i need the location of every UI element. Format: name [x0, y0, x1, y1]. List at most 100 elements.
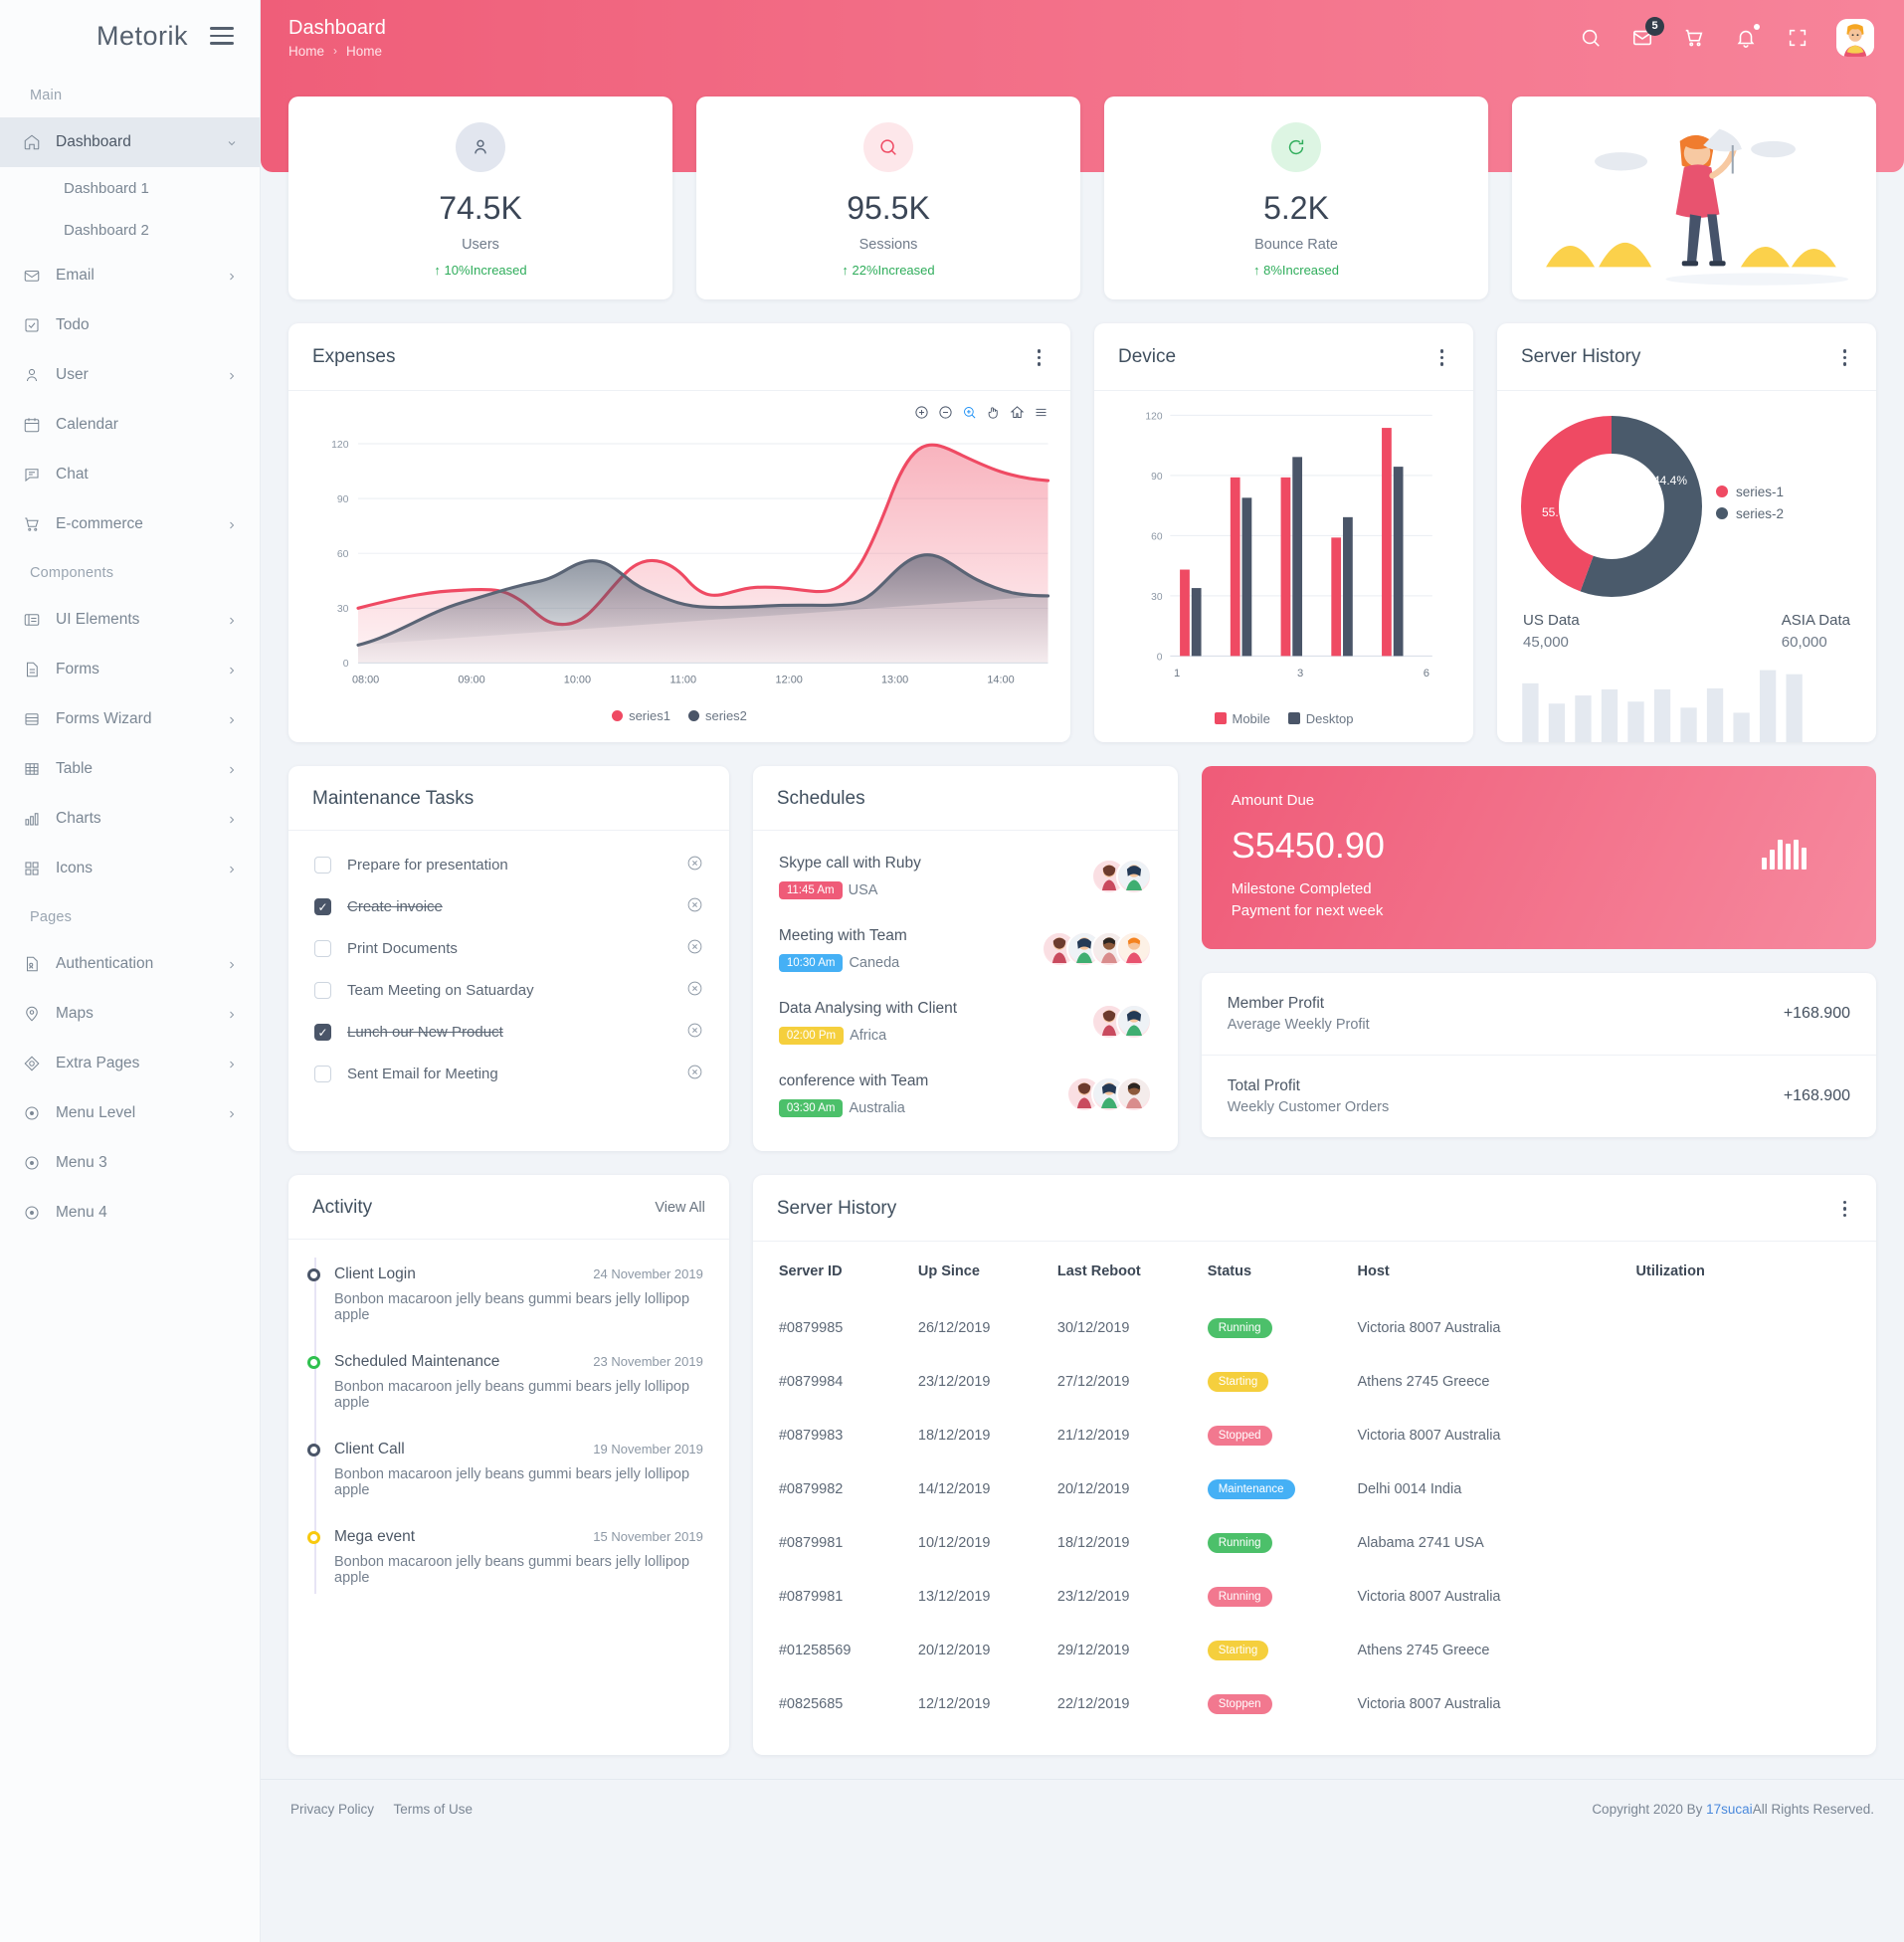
- task-checkbox[interactable]: [314, 1024, 331, 1041]
- sidebar-item-dashboard-2[interactable]: Dashboard 2: [0, 209, 260, 251]
- kebab-menu-icon[interactable]: [1434, 345, 1450, 370]
- copyright-brand[interactable]: 17sucai: [1706, 1802, 1753, 1817]
- mail-badge: 5: [1645, 16, 1664, 36]
- search-icon: [863, 122, 913, 172]
- legend-item-mobile[interactable]: Mobile: [1214, 711, 1270, 726]
- breadcrumb-item-home[interactable]: Home: [288, 44, 324, 59]
- delete-task-icon[interactable]: [686, 1064, 703, 1085]
- task-checkbox[interactable]: [314, 940, 331, 957]
- cell-utilization: [1636, 1570, 1850, 1624]
- activity-card-header: Activity View All: [288, 1175, 729, 1240]
- copyright-post: All Rights Reserved.: [1752, 1802, 1874, 1817]
- sidebar-item-menu-4[interactable]: Menu 4: [0, 1188, 260, 1238]
- sidebar-item-table[interactable]: Table: [0, 744, 260, 794]
- sidebar-item-user[interactable]: User: [0, 350, 260, 400]
- view-all-link[interactable]: View All: [655, 1200, 705, 1216]
- sidebar-toggle-button[interactable]: [210, 27, 234, 45]
- svg-text:1: 1: [1174, 667, 1180, 679]
- task-item[interactable]: Print Documents: [288, 928, 729, 970]
- sidebar-item-authentication[interactable]: Authentication: [0, 939, 260, 989]
- sidebar-item-maps[interactable]: Maps: [0, 989, 260, 1039]
- table-row[interactable]: #0879982 14/12/2019 20/12/2019 Maintenan…: [779, 1462, 1850, 1516]
- sidebar-item-icons[interactable]: Icons: [0, 844, 260, 893]
- charts-row: Expenses 120 90 60 30 0 08:00 09:00 10:0…: [288, 323, 1876, 742]
- task-checkbox[interactable]: [314, 857, 331, 874]
- kebab-menu-icon[interactable]: [1837, 1197, 1853, 1222]
- sidebar-item-email[interactable]: Email: [0, 251, 260, 300]
- schedule-item[interactable]: Skype call with Ruby 11:45 Am USA: [753, 841, 1178, 913]
- kebab-menu-icon[interactable]: [1837, 345, 1853, 370]
- legend-item-series-2[interactable]: series-2: [1716, 506, 1784, 521]
- task-item[interactable]: Team Meeting on Satuarday: [288, 970, 729, 1012]
- tasks-list: Prepare for presentation Create invoice …: [288, 831, 729, 1115]
- task-checkbox[interactable]: [314, 898, 331, 915]
- task-item[interactable]: Create invoice: [288, 886, 729, 928]
- table-row[interactable]: #0879981 13/12/2019 23/12/2019 Running V…: [779, 1570, 1850, 1624]
- zoom-out-icon[interactable]: [938, 405, 953, 425]
- legend-item-desktop[interactable]: Desktop: [1287, 711, 1354, 726]
- terms-of-use-link[interactable]: Terms of Use: [394, 1802, 474, 1817]
- bell-icon[interactable]: [1733, 23, 1760, 51]
- delete-task-icon[interactable]: [686, 855, 703, 876]
- sidebar-item-calendar[interactable]: Calendar: [0, 400, 260, 450]
- fullscreen-icon[interactable]: [1785, 25, 1810, 51]
- table-row[interactable]: #0879984 23/12/2019 27/12/2019 Starting …: [779, 1355, 1850, 1409]
- task-checkbox[interactable]: [314, 982, 331, 999]
- delete-task-icon[interactable]: [686, 980, 703, 1002]
- delete-task-icon[interactable]: [686, 938, 703, 960]
- table-row[interactable]: #0879981 10/12/2019 18/12/2019 Running A…: [779, 1516, 1850, 1570]
- kebab-menu-icon[interactable]: [1032, 345, 1047, 370]
- activity-title: Client Call: [334, 1440, 405, 1457]
- sidebar-item-ecommerce[interactable]: E-commerce: [0, 499, 260, 549]
- schedule-item[interactable]: conference with Team 03:30 Am Australia: [753, 1059, 1178, 1131]
- zoom-in-icon[interactable]: [914, 405, 929, 425]
- sidebar-item-extra-pages[interactable]: Extra Pages: [0, 1039, 260, 1088]
- sidebar-item-charts[interactable]: Charts: [0, 794, 260, 844]
- table-row[interactable]: #0825685 12/12/2019 22/12/2019 Stoppen V…: [779, 1677, 1850, 1731]
- legend-item-series1[interactable]: series1: [612, 708, 670, 723]
- schedule-item[interactable]: Meeting with Team 10:30 Am Caneda: [753, 913, 1178, 986]
- table-row[interactable]: #0879983 18/12/2019 21/12/2019 Stopped V…: [779, 1409, 1850, 1462]
- avatar[interactable]: [1836, 18, 1874, 57]
- sidebar-item-menu-3[interactable]: Menu 3: [0, 1138, 260, 1188]
- privacy-policy-link[interactable]: Privacy Policy: [290, 1802, 374, 1817]
- cell-host: Victoria 8007 Australia: [1357, 1320, 1501, 1336]
- delete-task-icon[interactable]: [686, 1022, 703, 1044]
- sidebar-item-ui-elements[interactable]: UI Elements: [0, 595, 260, 645]
- pan-icon[interactable]: [986, 405, 1001, 425]
- sidebar: Metorik Main Dashboard Dashboard 1 Dashb…: [0, 0, 261, 1942]
- schedule-item[interactable]: Data Analysing with Client 02:00 Pm Afri…: [753, 986, 1178, 1059]
- delete-task-icon[interactable]: [686, 896, 703, 918]
- cell-server-id: #0879983: [778, 1428, 844, 1444]
- legend-item-series2[interactable]: series2: [688, 708, 747, 723]
- sidebar-item-dashboard-1[interactable]: Dashboard 1: [0, 167, 260, 209]
- menu-icon[interactable]: [1034, 405, 1048, 425]
- sidebar-item-menu-level[interactable]: Menu Level: [0, 1088, 260, 1138]
- status-badge: Stoppen: [1207, 1694, 1272, 1714]
- chevron-right-icon: [226, 369, 238, 381]
- sidebar-item-dashboard[interactable]: Dashboard: [0, 117, 260, 167]
- selection-zoom-icon[interactable]: [962, 405, 977, 425]
- cell-up-since: 20/12/2019: [917, 1643, 991, 1658]
- task-checkbox[interactable]: [314, 1066, 331, 1082]
- arrow-up-icon: ↑: [842, 263, 849, 278]
- reset-home-icon[interactable]: [1010, 405, 1025, 425]
- sidebar-item-todo[interactable]: Todo: [0, 300, 260, 350]
- table-row[interactable]: #01258569 20/12/2019 29/12/2019 Starting…: [779, 1624, 1850, 1677]
- cell-server-id: #0879985: [778, 1320, 844, 1336]
- sidebar-item-chat[interactable]: Chat: [0, 450, 260, 499]
- schedule-title: Skype call with Ruby: [778, 854, 921, 872]
- search-icon[interactable]: [1578, 25, 1604, 51]
- task-item[interactable]: Sent Email for Meeting: [288, 1054, 729, 1095]
- task-item[interactable]: Prepare for presentation: [288, 845, 729, 886]
- task-item[interactable]: Lunch our New Product: [288, 1012, 729, 1054]
- legend-label: series-2: [1736, 505, 1785, 521]
- legend-item-series-1[interactable]: series-1: [1716, 485, 1784, 499]
- sidebar-item-forms-wizard[interactable]: Forms Wizard: [0, 694, 260, 744]
- col-up-since: Up Since: [917, 1263, 980, 1279]
- sidebar-item-forms[interactable]: Forms: [0, 645, 260, 694]
- task-label: Print Documents: [347, 940, 458, 957]
- mail-icon[interactable]: 5: [1629, 16, 1664, 51]
- cart-icon[interactable]: [1681, 25, 1707, 51]
- table-row[interactable]: #0879985 26/12/2019 30/12/2019 Running V…: [779, 1301, 1850, 1355]
